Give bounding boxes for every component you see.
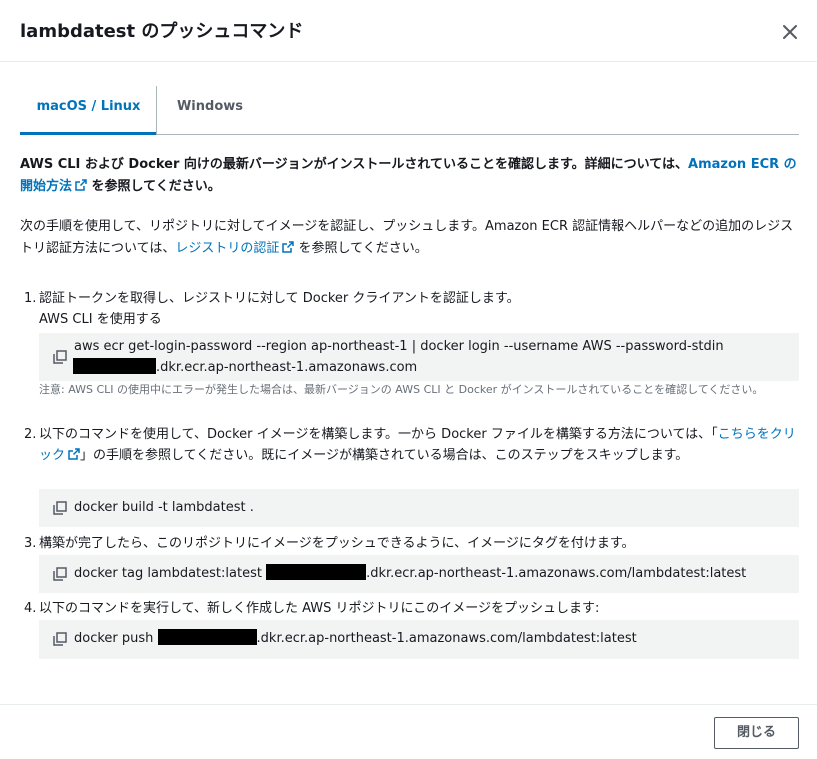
code-line-2: .dkr.ecr.ap-northeast-1.amazonaws.com [73, 358, 417, 378]
instructions-text: 次の手順を使用して、リポジトリに対してイメージを認証し、プッシュします。Amaz… [20, 216, 800, 260]
code-block-tag: docker tag lambdatest:latest .dkr.ecr.ap… [39, 555, 799, 593]
step-3: 3. 構築が完了したら、このリポジトリにイメージをプッシュできるように、イメージ… [24, 533, 800, 554]
redacted-account-id [157, 629, 257, 645]
step-1-description: 認証トークンを取得し、レジストリに対して Docker クライアントを認証します… [39, 291, 520, 306]
step-text: 認証トークンを取得し、レジストリに対して Docker クライアントを認証します… [39, 288, 799, 330]
external-link-icon [75, 179, 87, 191]
footer-divider [0, 704, 817, 705]
code-tag-prefix: docker tag lambdatest:latest [74, 566, 267, 581]
code-build-command: docker build -t lambdatest . [74, 500, 254, 515]
prerequisite-text-after: を参照してください。 [87, 179, 221, 194]
redacted-account-id [73, 358, 156, 374]
code-block-push: docker push .dkr.ecr.ap-northeast-1.amaz… [39, 620, 799, 659]
code-push-prefix: docker push [74, 631, 158, 646]
redacted-account-id [266, 564, 367, 580]
step-4: 4. 以下のコマンドを実行して、新しく作成した AWS リポジトリにこのイメージ… [24, 598, 800, 619]
push-commands-dialog: lambdatest のプッシュコマンド macOS / Linux Windo… [0, 0, 817, 759]
dialog-title: lambdatest のプッシュコマンド [20, 21, 304, 42]
prerequisite-text: AWS CLI および Docker 向けの最新バージョンがインストールされてい… [20, 154, 800, 198]
instructions-text-after: を参照してください。 [294, 241, 428, 256]
tab-macos-linux[interactable]: macOS / Linux [20, 86, 157, 135]
step-number: 2. [24, 427, 37, 442]
copy-icon[interactable] [53, 567, 67, 581]
registry-auth-link-label[interactable]: レジストリの認証 [175, 241, 279, 256]
copy-icon[interactable] [53, 501, 67, 515]
tab-windows[interactable]: Windows [157, 86, 263, 135]
code-block-build: docker build -t lambdatest . [39, 489, 799, 527]
close-button[interactable]: 閉じる [714, 717, 799, 749]
code-tag-command: docker tag lambdatest:latest .dkr.ecr.ap… [74, 564, 746, 584]
step-1-subtext: AWS CLI を使用する [39, 312, 162, 327]
step-1: 1. 認証トークンを取得し、レジストリに対して Docker クライアントを認証… [24, 288, 800, 332]
registry-auth-link[interactable]: レジストリの認証 [175, 241, 295, 256]
close-icon[interactable] [778, 20, 802, 44]
external-link-icon [68, 448, 80, 460]
code-line-1: aws ecr get-login-password --region ap-n… [74, 339, 724, 354]
copy-icon[interactable] [53, 632, 67, 646]
cli-error-note: 注意: AWS CLI の使用中にエラーが発生した場合は、最新バージョンの AW… [39, 383, 764, 396]
copy-icon[interactable] [53, 350, 67, 364]
step-number: 3. [24, 536, 37, 551]
step-2-text-before: 以下のコマンドを使用して、Docker イメージを構築します。一から Docke… [39, 427, 718, 442]
external-link-icon [282, 241, 295, 253]
step-text: 以下のコマンドを使用して、Docker イメージを構築します。一から Docke… [39, 424, 799, 466]
step-number: 4. [24, 601, 37, 616]
step-number: 1. [24, 291, 37, 306]
dialog-header: lambdatest のプッシュコマンド [0, 0, 817, 62]
code-line-2-suffix: .dkr.ecr.ap-northeast-1.amazonaws.com [156, 360, 418, 375]
step-2-text-after: 」の手順を参照してください。既にイメージが構築されている場合は、このステップをス… [80, 448, 689, 463]
os-tabs: macOS / Linux Windows [20, 86, 799, 135]
code-block-login: aws ecr get-login-password --region ap-n… [39, 333, 799, 381]
step-3-description: 構築が完了したら、このリポジトリにイメージをプッシュできるように、イメージにタグ… [39, 536, 635, 551]
prerequisite-text-before: AWS CLI および Docker 向けの最新バージョンがインストールされてい… [20, 157, 689, 172]
step-2: 2. 以下のコマンドを使用して、Docker イメージを構築します。一から Do… [24, 424, 800, 487]
step-4-description: 以下のコマンドを実行して、新しく作成した AWS リポジトリにこのイメージをプッ… [39, 601, 600, 616]
code-push-suffix: .dkr.ecr.ap-northeast-1.amazonaws.com/la… [256, 631, 637, 646]
code-push-command: docker push .dkr.ecr.ap-northeast-1.amaz… [74, 629, 637, 649]
code-tag-suffix: .dkr.ecr.ap-northeast-1.amazonaws.com/la… [366, 566, 747, 581]
